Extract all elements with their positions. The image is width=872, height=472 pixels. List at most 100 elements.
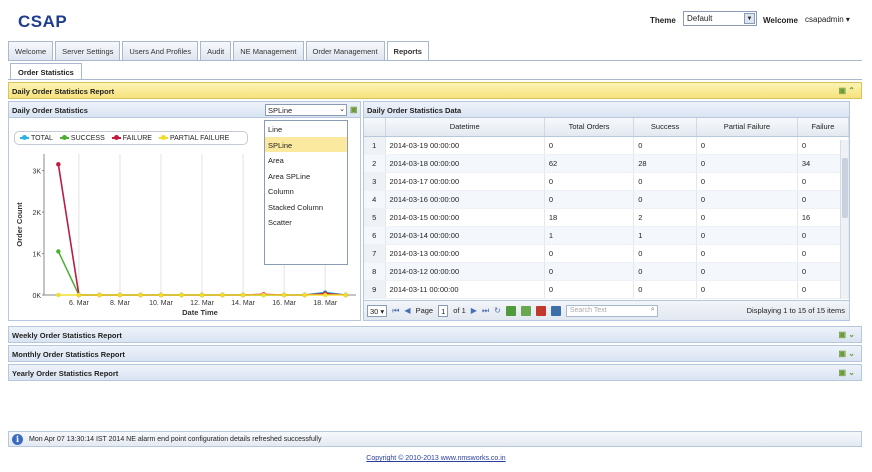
main-tabs: Welcome Server Settings Users And Profiles…	[8, 41, 429, 61]
first-page-icon[interactable]: ⏮	[392, 306, 399, 316]
pager-info: Displaying 1 to 15 of 15 items	[746, 306, 845, 315]
data-point[interactable]	[158, 292, 164, 298]
data-point[interactable]	[281, 292, 287, 298]
table-cell: 0	[544, 244, 635, 263]
legend-item[interactable]: SUCCESS	[59, 135, 105, 142]
monthly-report-header[interactable]: Monthly Order Statistics Report ▣ ⌄	[8, 345, 862, 362]
chart-type-option[interactable]: Line	[265, 121, 347, 137]
search-input[interactable]: Search Text ⌕	[565, 304, 658, 317]
column-header[interactable]: Failure	[797, 118, 850, 137]
expand-icon[interactable]: ▣ ⌄	[839, 368, 855, 377]
chart-type-option[interactable]: SPLine	[265, 136, 347, 152]
chart-type-option[interactable]: Area	[265, 152, 347, 168]
y-tick-label: 3K	[32, 169, 41, 176]
legend-label: TOTAL	[31, 134, 53, 142]
table-row[interactable]: 3 2014-03-17 00:00:00 0 0 0 0	[364, 172, 850, 191]
x-tick-label: 8. Mar	[110, 300, 131, 307]
status-message: Mon Apr 07 13:30:14 IST 2014 NE alarm en…	[29, 435, 322, 443]
daily-report-header[interactable]: Daily Order Statistics Report ▣ ⌃	[8, 82, 862, 99]
table-cell: 0	[696, 280, 798, 299]
tab-ne-management[interactable]: NE Management	[233, 41, 304, 60]
data-point[interactable]	[56, 292, 61, 298]
table-row[interactable]: 2 2014-03-18 00:00:00 62 28 0 34	[364, 154, 850, 173]
chart-type-option[interactable]: Stacked Column	[265, 199, 347, 215]
data-point[interactable]	[323, 292, 328, 298]
table-row[interactable]: 4 2014-03-16 00:00:00 0 0 0 0	[364, 190, 850, 209]
page-input[interactable]: 1	[438, 304, 449, 317]
data-point[interactable]	[97, 292, 102, 298]
y-tick-label: 2K	[32, 210, 41, 217]
table-cell: 2014-03-14 00:00:00	[385, 226, 545, 245]
data-point[interactable]	[117, 292, 123, 298]
user-menu[interactable]: csapadmin ▾	[805, 15, 850, 24]
chart-type-option[interactable]: Scatter	[265, 214, 347, 230]
row-number-header	[364, 118, 386, 137]
data-point[interactable]	[302, 292, 307, 298]
export-icon[interactable]: ▣	[350, 105, 358, 114]
theme-select[interactable]: Default ▼	[683, 11, 757, 26]
export-csv-icon[interactable]	[520, 305, 531, 316]
tab-audit[interactable]: Audit	[200, 41, 232, 60]
data-point[interactable]	[56, 162, 61, 167]
table-cell: 2014-03-19 00:00:00	[385, 136, 545, 155]
print-icon[interactable]	[550, 305, 561, 316]
data-point[interactable]	[261, 292, 266, 298]
weekly-report-header[interactable]: Weekly Order Statistics Report ▣ ⌄	[8, 326, 862, 343]
data-point[interactable]	[76, 292, 82, 298]
chart-type-select[interactable]: SPLine ⌄	[265, 104, 347, 116]
table-row[interactable]: 6 2014-03-14 00:00:00 1 1 0 0	[364, 226, 850, 245]
legend-item[interactable]: TOTAL	[20, 135, 53, 142]
collapse-icon[interactable]: ▣ ⌃	[839, 86, 855, 95]
refresh-icon[interactable]: ↻	[494, 306, 501, 315]
table-row[interactable]: 9 2014-03-11 00:00:00 0 0 0 0	[364, 280, 850, 299]
column-header[interactable]: Total Orders	[544, 118, 635, 137]
data-point[interactable]	[343, 292, 348, 298]
column-header[interactable]: Partial Failure	[696, 118, 798, 137]
chart-type-option[interactable]: Area SPLine	[265, 168, 347, 184]
data-point[interactable]	[220, 292, 225, 298]
legend-item[interactable]: PARTIAL FAILURE	[158, 135, 229, 142]
table-row[interactable]: 8 2014-03-12 00:00:00 0 0 0 0	[364, 262, 850, 281]
table-row[interactable]: 5 2014-03-15 00:00:00 18 2 0 16	[364, 208, 850, 227]
tab-order-management[interactable]: Order Management	[305, 41, 385, 60]
export-excel-icon[interactable]	[505, 305, 516, 316]
table-cell: 0	[544, 262, 635, 281]
x-tick-label: 12. Mar	[190, 300, 214, 307]
grid-scroll-thumb[interactable]	[842, 158, 848, 218]
tab-order-statistics[interactable]: Order Statistics	[10, 63, 82, 80]
expand-icon[interactable]: ▣ ⌄	[839, 349, 855, 358]
x-tick-label: 14. Mar	[231, 300, 255, 307]
search-icon[interactable]: ⌕	[651, 306, 655, 314]
table-cell: 0	[696, 190, 798, 209]
theme-label: Theme	[650, 16, 676, 25]
chart-type-option[interactable]: Column	[265, 183, 347, 199]
table-row[interactable]: 1 2014-03-19 00:00:00 0 0 0 0	[364, 136, 850, 155]
last-page-icon[interactable]: ⏭	[482, 306, 489, 316]
data-point[interactable]	[179, 292, 184, 298]
grid-scrollbar[interactable]	[840, 140, 848, 299]
expand-icon[interactable]: ▣ ⌄	[839, 330, 855, 339]
column-header[interactable]: Success	[633, 118, 697, 137]
export-pdf-icon[interactable]	[535, 305, 546, 316]
table-cell: 18	[544, 208, 635, 227]
tab-reports[interactable]: Reports	[386, 41, 429, 61]
data-point[interactable]	[199, 292, 205, 298]
data-point[interactable]	[56, 249, 61, 254]
weekly-report-title: Weekly Order Statistics Report	[12, 331, 122, 340]
next-page-icon[interactable]: ▶	[471, 306, 477, 315]
tab-server-settings[interactable]: Server Settings	[55, 41, 121, 60]
yearly-report-header[interactable]: Yearly Order Statistics Report ▣ ⌄	[8, 364, 862, 381]
tab-users-and-profiles[interactable]: Users And Profiles	[122, 41, 199, 60]
copyright-link[interactable]: Copyright © 2010-2013 www.nmsworks.co.in	[0, 455, 872, 462]
table-cell: 0	[633, 190, 697, 209]
column-header[interactable]: Datetime	[385, 118, 545, 137]
legend-item[interactable]: FAILURE	[111, 135, 152, 142]
data-point[interactable]	[240, 292, 246, 298]
prev-page-icon[interactable]: ◀	[404, 306, 410, 315]
page-size-select[interactable]: 30 ▾	[367, 304, 388, 317]
table-cell: 0	[633, 172, 697, 191]
data-point[interactable]	[138, 292, 143, 298]
tab-welcome[interactable]: Welcome	[8, 41, 54, 60]
table-row[interactable]: 7 2014-03-13 00:00:00 0 0 0 0	[364, 244, 850, 263]
table-cell: 28	[633, 154, 697, 173]
